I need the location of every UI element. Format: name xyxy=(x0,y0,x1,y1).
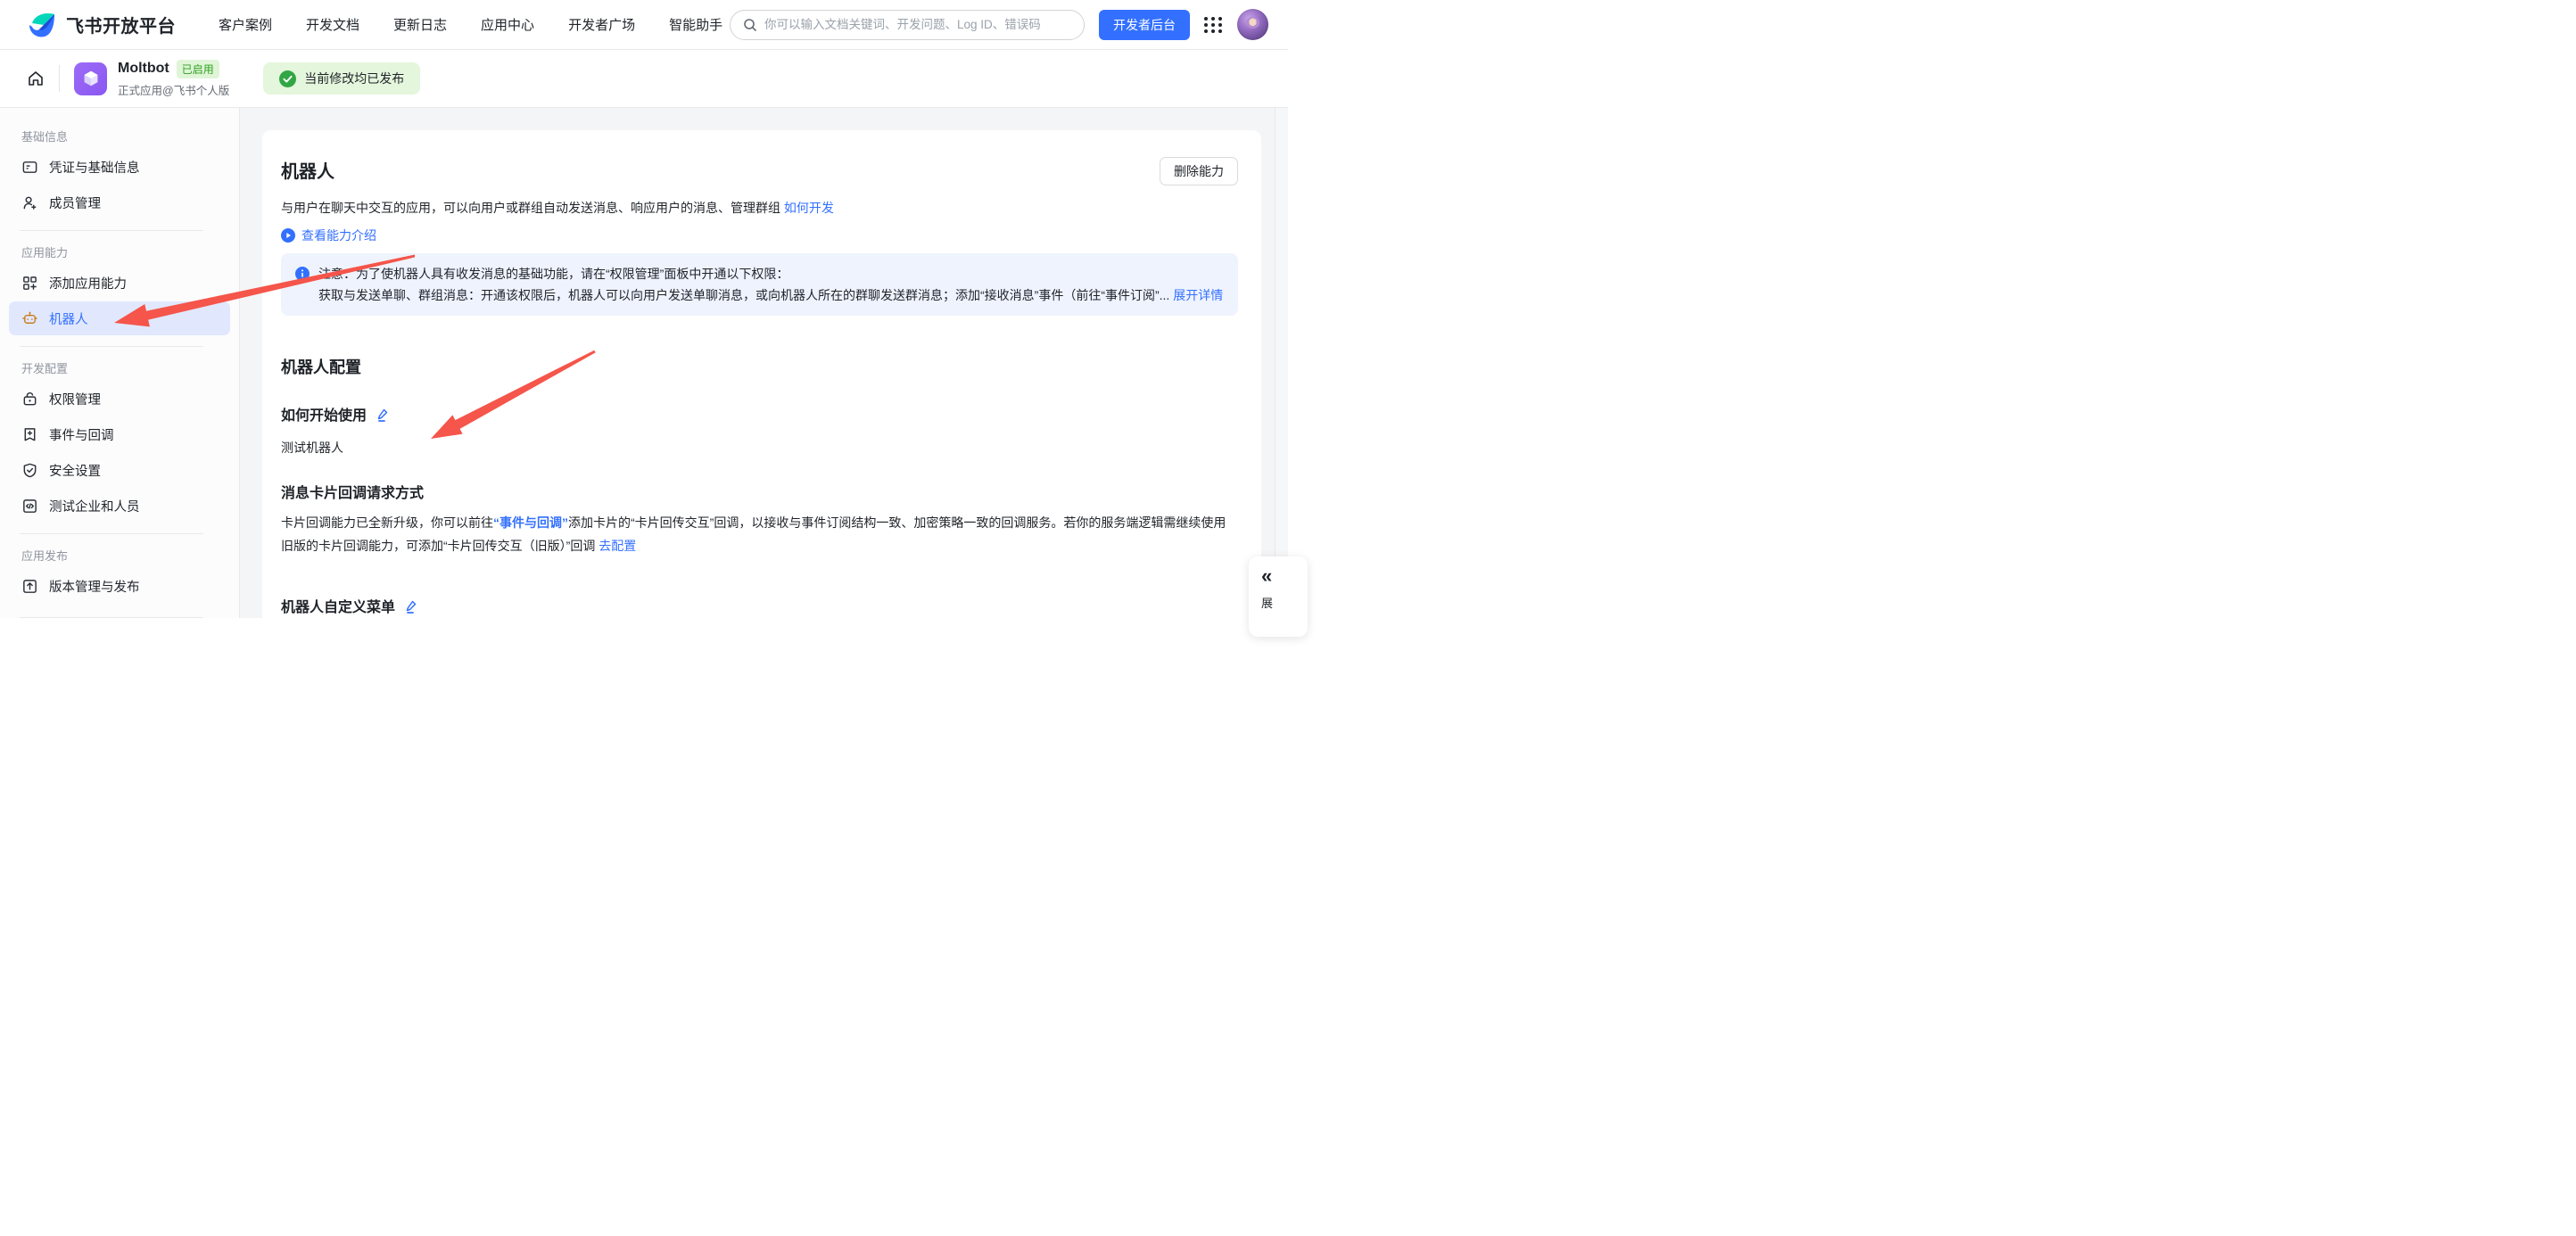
sidebar: 基础信息 凭证与基础信息 成员管理 应用能力 xyxy=(0,108,240,618)
shield-check-icon xyxy=(21,462,38,479)
app-name: Moltbot xyxy=(118,61,169,77)
sidebar-item-label: 版本管理与发布 xyxy=(49,577,140,596)
sidebar-item-members[interactable]: 成员管理 xyxy=(9,185,230,219)
sidebar-item-label: 测试企业和人员 xyxy=(49,497,140,515)
section-app-capability: 应用能力 xyxy=(21,243,239,260)
home-button[interactable] xyxy=(20,62,52,95)
sidebar-item-label: 权限管理 xyxy=(49,390,101,408)
main-content: 机器人 删除能力 与用户在聊天中交互的应用，可以向用户或群组自动发送消息、响应用… xyxy=(240,108,1288,618)
view-capability-intro-link[interactable]: 查看能力介绍 xyxy=(301,227,376,244)
section-dev-config: 开发配置 xyxy=(21,359,239,376)
divider xyxy=(20,533,203,534)
sidebar-item-label: 机器人 xyxy=(49,309,88,328)
person-add-icon xyxy=(21,194,38,211)
expand-panel-label: 展 xyxy=(1261,594,1273,611)
callback-text-1: 卡片回调能力已全新升级，你可以前往 xyxy=(281,515,493,530)
nav-dev-docs[interactable]: 开发文档 xyxy=(306,15,359,34)
check-circle-icon xyxy=(279,70,296,87)
sidebar-item-test-company[interactable]: 测试企业和人员 xyxy=(9,489,230,523)
notice-line-2: 获取与发送单聊、群组消息：开通该权限后，机器人可以向用户发送单聊消息，或向机器人… xyxy=(318,284,1223,306)
bookmark-plus-icon xyxy=(21,426,38,443)
test-bot-text: 测试机器人 xyxy=(281,439,1238,457)
expand-panel-button[interactable]: « 展 xyxy=(1249,556,1308,637)
custom-menu-row: 机器人自定义菜单 xyxy=(281,595,1238,616)
nav-changelog[interactable]: 更新日志 xyxy=(393,15,447,34)
card-callback-title: 消息卡片回调请求方式 xyxy=(281,481,1238,502)
collapsed-panel-strip xyxy=(1275,108,1288,618)
sidebar-item-label: 凭证与基础信息 xyxy=(49,158,140,177)
search-icon xyxy=(743,18,757,32)
notice-line-2-text: 获取与发送单聊、群组消息：开通该权限后，机器人可以向用户发送单聊消息，或向机器人… xyxy=(318,288,1173,302)
lark-logo-icon xyxy=(27,12,57,38)
card-callback-paragraph: 卡片回调能力已全新升级，你可以前往“事件与回调”添加卡片的“卡片回传交互”回调，… xyxy=(281,511,1238,557)
bot-capability-card: 机器人 删除能力 与用户在聊天中交互的应用，可以向用户或群组自动发送消息、响应用… xyxy=(262,130,1261,618)
nav-developer-plaza[interactable]: 开发者广场 xyxy=(568,15,635,34)
capability-intro-row[interactable]: 查看能力介绍 xyxy=(281,227,1238,244)
apps-grid-icon[interactable] xyxy=(1204,17,1223,33)
sidebar-item-security[interactable]: 安全设置 xyxy=(9,453,230,487)
lock-icon xyxy=(21,391,38,408)
topbar-right: 开发者后台 xyxy=(730,9,1268,40)
how-to-start-title: 如何开始使用 xyxy=(281,403,367,424)
section-basic-info: 基础信息 xyxy=(21,128,239,144)
top-nav-menu: 客户案例 开发文档 更新日志 应用中心 开发者广场 智能助手 xyxy=(219,15,722,34)
info-icon xyxy=(295,263,310,306)
divider xyxy=(59,65,60,92)
permission-notice-box: 注意：为了使机器人具有收发消息的基础功能，请在“权限管理”面板中开通以下权限： … xyxy=(281,253,1238,316)
events-callbacks-link[interactable]: “事件与回调” xyxy=(493,515,568,530)
top-navigation-bar: 飞书开放平台 客户案例 开发文档 更新日志 应用中心 开发者广场 智能助手 开发… xyxy=(0,0,1288,50)
platform-logo[interactable]: 飞书开放平台 xyxy=(27,12,176,38)
enabled-status-badge: 已启用 xyxy=(177,60,219,78)
page-title: 机器人 xyxy=(281,157,334,183)
sidebar-item-credentials[interactable]: 凭证与基础信息 xyxy=(9,150,230,184)
divider xyxy=(20,617,203,618)
id-card-icon xyxy=(21,159,38,176)
sidebar-item-add-capability[interactable]: 添加应用能力 xyxy=(9,266,230,300)
bot-description: 与用户在聊天中交互的应用，可以向用户或群组自动发送消息、响应用户的消息、管理群组… xyxy=(281,198,1238,218)
sidebar-item-events-callbacks[interactable]: 事件与回调 xyxy=(9,417,230,451)
app-subtitle: 正式应用@飞书个人版 xyxy=(118,81,229,98)
nav-ai-assistant[interactable]: 智能助手 xyxy=(669,15,722,34)
bot-config-heading: 机器人配置 xyxy=(281,355,1238,378)
go-configure-link[interactable]: 去配置 xyxy=(599,539,636,553)
platform-title: 飞书开放平台 xyxy=(66,12,176,37)
sidebar-item-label: 事件与回调 xyxy=(49,425,114,444)
sidebar-item-label: 安全设置 xyxy=(49,461,101,480)
robot-icon xyxy=(21,310,38,327)
how-to-start-row: 如何开始使用 xyxy=(281,403,1238,424)
developer-console-button[interactable]: 开发者后台 xyxy=(1099,10,1190,40)
publish-status-text: 当前修改均已发布 xyxy=(304,70,404,87)
app-header-bar: Moltbot 已启用 正式应用@飞书个人版 当前修改均已发布 xyxy=(0,50,1288,108)
how-to-develop-link[interactable]: 如何开发 xyxy=(784,201,834,215)
expand-details-link[interactable]: 展开详情 xyxy=(1173,288,1223,302)
custom-menu-title: 机器人自定义菜单 xyxy=(281,595,395,616)
nav-app-center[interactable]: 应用中心 xyxy=(481,15,534,34)
code-icon xyxy=(21,498,38,515)
play-circle-icon xyxy=(281,228,295,243)
section-app-release: 应用发布 xyxy=(21,547,239,564)
chevron-left-icon: « xyxy=(1261,565,1272,587)
divider xyxy=(20,346,203,347)
nav-customer-cases[interactable]: 客户案例 xyxy=(219,15,272,34)
global-search[interactable] xyxy=(730,10,1085,40)
sidebar-item-permissions[interactable]: 权限管理 xyxy=(9,382,230,416)
sidebar-item-label: 成员管理 xyxy=(49,194,101,212)
page: 飞书开放平台 客户案例 开发文档 更新日志 应用中心 开发者广场 智能助手 开发… xyxy=(0,0,1288,618)
search-input[interactable] xyxy=(764,18,1071,31)
sidebar-item-version-release[interactable]: 版本管理与发布 xyxy=(9,569,230,603)
sidebar-item-label: 添加应用能力 xyxy=(49,274,127,293)
notice-line-1: 注意：为了使机器人具有收发消息的基础功能，请在“权限管理”面板中开通以下权限： xyxy=(318,263,1223,284)
upload-icon xyxy=(21,578,38,595)
sidebar-item-bot[interactable]: 机器人 xyxy=(9,301,230,335)
publish-status-pill: 当前修改均已发布 xyxy=(263,62,420,95)
app-meta: Moltbot 已启用 正式应用@飞书个人版 xyxy=(118,60,229,98)
edit-pencil-icon[interactable] xyxy=(376,407,391,422)
grid-plus-icon xyxy=(21,275,38,292)
user-avatar[interactable] xyxy=(1237,9,1268,40)
divider xyxy=(20,230,203,231)
bot-description-text: 与用户在聊天中交互的应用，可以向用户或群组自动发送消息、响应用户的消息、管理群组 xyxy=(281,201,784,215)
app-icon[interactable] xyxy=(74,62,107,95)
edit-pencil-icon[interactable] xyxy=(404,598,419,614)
delete-capability-button[interactable]: 删除能力 xyxy=(1160,157,1238,185)
